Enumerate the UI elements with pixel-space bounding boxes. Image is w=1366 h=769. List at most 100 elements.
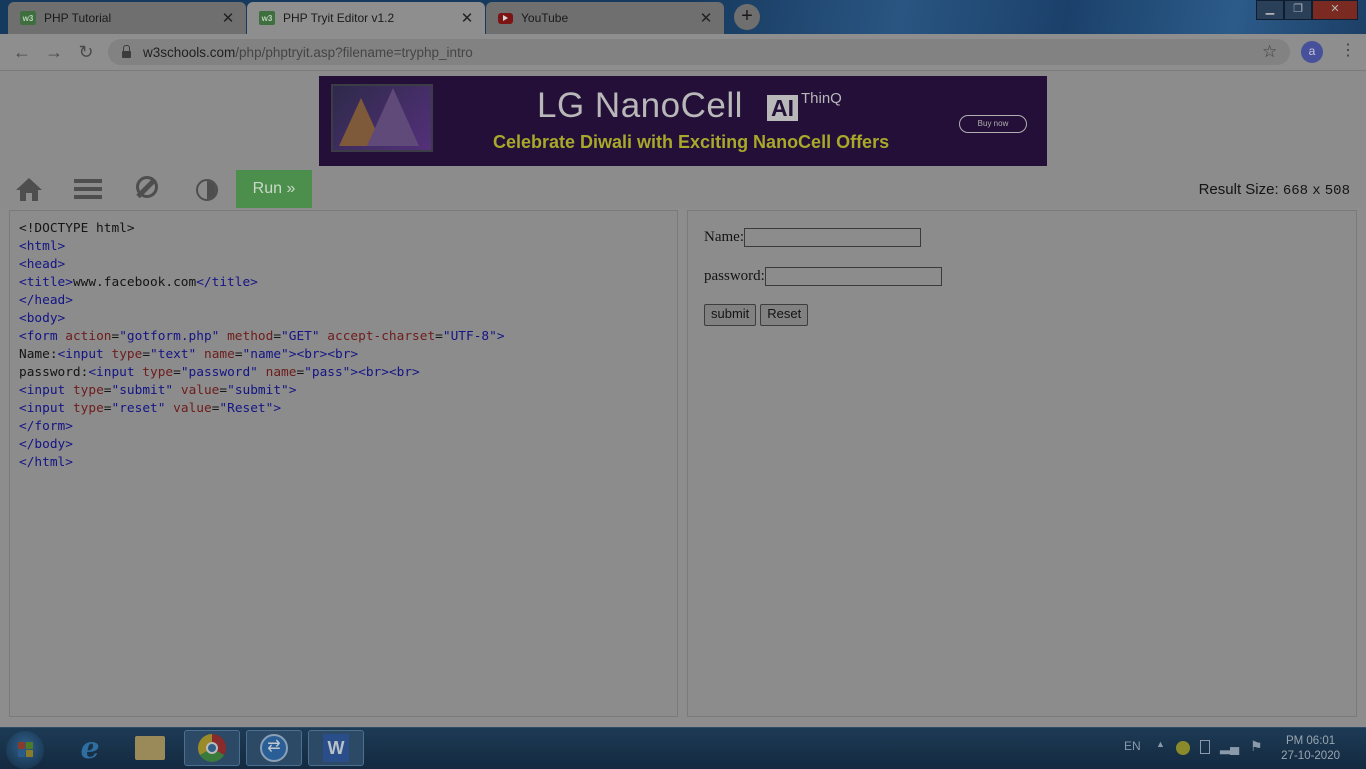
ad-ai-badge: AI — [767, 95, 798, 121]
code-eq: = — [103, 383, 112, 398]
code-html-close: </html> — [19, 455, 73, 470]
url-host: w3schools.com — [143, 44, 236, 60]
tab-php-tryit-editor[interactable]: w3 PHP Tryit Editor v1.2 ✕ — [247, 2, 485, 34]
close-icon[interactable]: ✕ — [459, 9, 475, 27]
code-doctype: <!DOCTYPE html> — [19, 221, 135, 236]
code-eq: = — [219, 383, 228, 398]
close-icon[interactable]: ✕ — [698, 9, 714, 27]
code-attr: method — [227, 329, 274, 344]
youtube-icon — [498, 12, 513, 24]
code-input-tag: <input — [19, 383, 66, 398]
code-value: "reset" — [111, 401, 166, 416]
bookmark-star-icon[interactable]: ☆ — [1262, 42, 1277, 62]
tab-php-tutorial[interactable]: w3 PHP Tutorial ✕ — [8, 2, 246, 34]
code-attr: type — [111, 347, 143, 362]
tab-youtube[interactable]: YouTube ✕ — [486, 2, 724, 34]
chrome-icon[interactable] — [184, 730, 240, 766]
network-signal-icon[interactable]: ▂▄ — [1220, 739, 1239, 755]
address-bar-row: ← → ↻ w3schools.com/php/phptryit.asp?fil… — [0, 34, 1366, 71]
run-button[interactable]: Run » — [236, 170, 312, 208]
code-eq: = — [234, 347, 243, 362]
code-value: "gotform.php" — [119, 329, 220, 344]
teamviewer-icon[interactable]: ⇄ — [246, 730, 302, 766]
lock-icon — [122, 44, 131, 58]
code-value: "UTF-8" — [442, 329, 497, 344]
battery-icon[interactable] — [1200, 740, 1210, 754]
code-title-close: </title> — [196, 275, 258, 290]
code-form-close: </form> — [19, 419, 73, 434]
code-title-open: <title> — [19, 275, 73, 290]
code-value: "submit" — [111, 383, 174, 398]
close-window-button[interactable]: ✕ — [1312, 0, 1358, 20]
code-attr: type — [142, 365, 174, 380]
code-value: "Reset" — [219, 401, 274, 416]
code-value: "GET" — [281, 329, 320, 344]
code-input-tag: <input — [19, 401, 66, 416]
code-gt: > — [496, 329, 505, 344]
code-br: <br> — [388, 365, 420, 380]
code-value: "submit" — [227, 383, 289, 398]
menu-kebab-icon[interactable]: ⋮ — [1340, 42, 1356, 60]
result-height: 508 — [1324, 183, 1350, 199]
code-body-close: </body> — [19, 437, 73, 452]
code-html-open: <html> — [19, 239, 66, 254]
action-center-flag-icon[interactable]: ⚑ — [1250, 738, 1263, 755]
theme-contrast-icon[interactable] — [196, 179, 218, 201]
minimize-button[interactable]: ▁ — [1256, 0, 1284, 20]
code-br: <br> — [296, 347, 328, 362]
windows-taskbar: e ⇄ W EN ▲ ▂▄ ⚑ PM 06:01 27-10-2020 — [0, 727, 1366, 769]
security-shield-icon[interactable] — [1176, 741, 1190, 755]
result-size-label: Result Size: — [1198, 181, 1279, 198]
code-body-open: <body> — [19, 311, 66, 326]
code-value: "pass" — [304, 365, 351, 380]
name-row: Name: — [704, 227, 942, 247]
forward-arrow-icon[interactable]: → — [44, 42, 64, 62]
code-br: <br> — [327, 347, 359, 362]
name-label: Name: — [704, 228, 744, 245]
internet-explorer-icon[interactable]: e — [62, 730, 118, 766]
reset-button[interactable]: Reset — [760, 304, 809, 326]
browser-tab-bar: w3 PHP Tutorial ✕ w3 PHP Tryit Editor v1… — [0, 0, 1366, 34]
rotate-layout-icon[interactable] — [136, 176, 158, 198]
profile-avatar[interactable]: a — [1301, 41, 1323, 63]
tab-title: PHP Tutorial — [44, 11, 112, 25]
clock-date: 27-10-2020 — [1281, 750, 1340, 762]
code-form-tag: <form — [19, 329, 58, 344]
result-size-x: x — [1312, 183, 1321, 199]
back-arrow-icon[interactable]: ← — [12, 42, 32, 62]
code-attr: name — [203, 347, 235, 362]
new-tab-button[interactable]: + — [734, 4, 760, 30]
code-attr: type — [72, 383, 104, 398]
submit-button[interactable]: submit — [704, 304, 757, 326]
code-attr: action — [65, 329, 112, 344]
code-attr: name — [265, 365, 297, 380]
code-editor[interactable]: <!DOCTYPE html> <html> <head> <title>www… — [9, 210, 678, 717]
menu-icon[interactable] — [74, 176, 102, 204]
lg-nanocell-ad-banner[interactable]: LG NanoCell AI ThinQ Celebrate Diwali wi… — [319, 76, 1047, 166]
code-value: "name" — [242, 347, 289, 362]
ad-area: LG NanoCell AI ThinQ Celebrate Diwali wi… — [0, 71, 1366, 170]
url-path: /php/phptryit.asp?filename=tryphp_intro — [235, 44, 473, 60]
code-input-tag: <input — [88, 365, 135, 380]
home-icon[interactable] — [15, 176, 43, 204]
language-indicator[interactable]: EN — [1124, 739, 1141, 753]
ad-buy-now-button[interactable]: Buy now — [959, 115, 1027, 133]
code-input-tag: <input — [57, 347, 104, 362]
reload-icon[interactable]: ↻ — [76, 42, 96, 62]
clock[interactable]: PM 06:01 27-10-2020 — [1281, 734, 1340, 764]
password-input[interactable] — [764, 266, 942, 286]
clock-time: PM 06:01 — [1285, 735, 1336, 747]
close-icon[interactable]: ✕ — [220, 9, 236, 27]
url-field[interactable]: w3schools.com/php/phptryit.asp?filename=… — [108, 39, 1290, 65]
w3schools-icon: w3 — [20, 11, 36, 25]
file-manager-icon[interactable] — [122, 730, 178, 766]
code-text[interactable]: <!DOCTYPE html> <html> <head> <title>www… — [19, 220, 505, 472]
start-button[interactable] — [6, 731, 44, 769]
word-icon[interactable]: W — [308, 730, 364, 766]
name-input[interactable] — [743, 227, 921, 247]
maximize-button[interactable]: ❐ — [1284, 0, 1312, 20]
button-row: submit Reset — [704, 304, 942, 326]
windows-logo-icon — [18, 742, 33, 757]
tray-expand-icon[interactable]: ▲ — [1156, 739, 1165, 749]
code-attr: type — [72, 401, 104, 416]
